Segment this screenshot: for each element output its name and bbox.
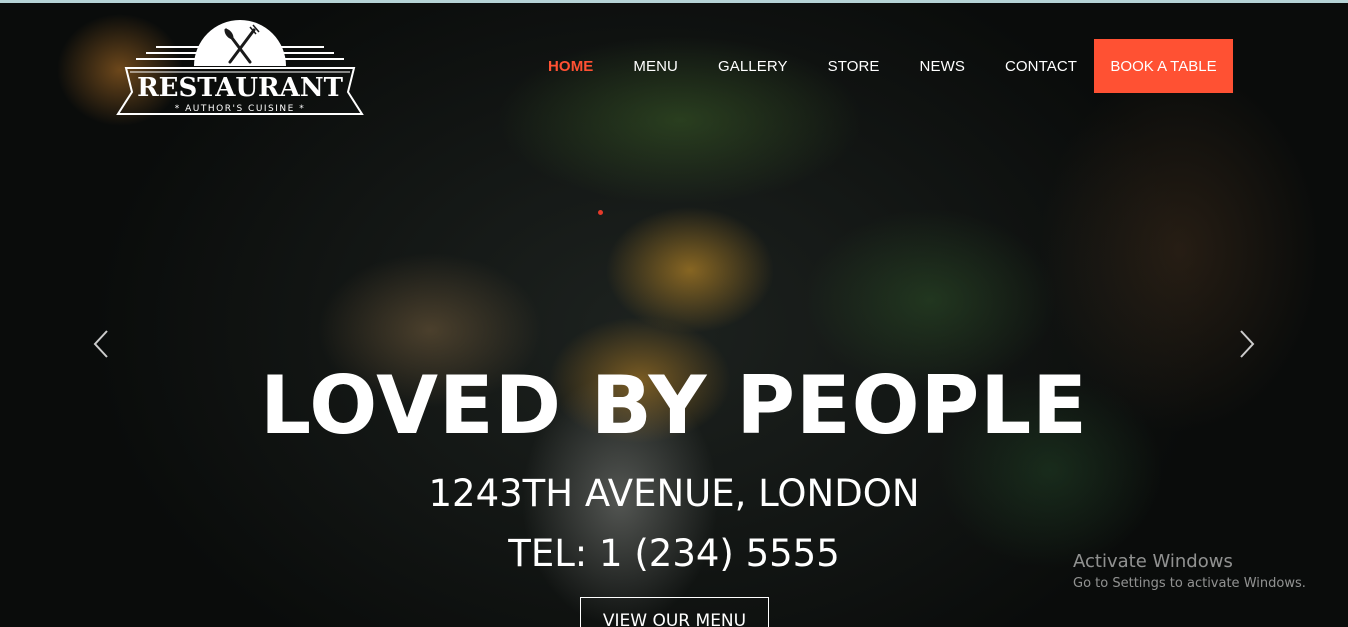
nav-item-contact[interactable]: CONTACT: [1005, 57, 1077, 77]
hero-headline: LOVED BY PEOPLE: [260, 359, 1088, 452]
activate-windows-watermark: Activate Windows Go to Settings to activ…: [1073, 550, 1306, 594]
fork-knife-icon: RESTAURANT * AUTHOR'S CUISINE *: [116, 20, 364, 115]
main-nav: HOME MENU GALLERY STORE NEWS CONTACT: [548, 57, 1117, 77]
nav-item-store[interactable]: STORE: [828, 57, 880, 77]
brand-name: RESTAURANT: [137, 73, 344, 103]
logo[interactable]: RESTAURANT * AUTHOR'S CUISINE *: [116, 14, 364, 120]
top-border: [0, 0, 1348, 3]
nav-item-gallery[interactable]: GALLERY: [718, 57, 788, 77]
nav-item-home[interactable]: HOME: [548, 57, 593, 77]
watermark-subtitle: Go to Settings to activate Windows.: [1073, 576, 1306, 591]
view-menu-button[interactable]: VIEW OUR MENU: [580, 597, 769, 627]
hero-slider: RESTAURANT * AUTHOR'S CUISINE * HOME MEN…: [0, 0, 1348, 627]
nav-item-news[interactable]: NEWS: [920, 57, 965, 77]
hero-address: 1243TH AVENUE, LONDON: [428, 472, 920, 515]
watermark-title: Activate Windows: [1073, 551, 1233, 572]
brand-tagline: * AUTHOR'S CUISINE *: [175, 104, 305, 114]
slider-indicator: [598, 210, 603, 215]
nav-item-menu[interactable]: MENU: [633, 57, 678, 77]
chevron-right-icon[interactable]: [1238, 329, 1256, 359]
book-table-button[interactable]: BOOK A TABLE: [1094, 39, 1233, 93]
chevron-left-icon[interactable]: [92, 329, 110, 359]
